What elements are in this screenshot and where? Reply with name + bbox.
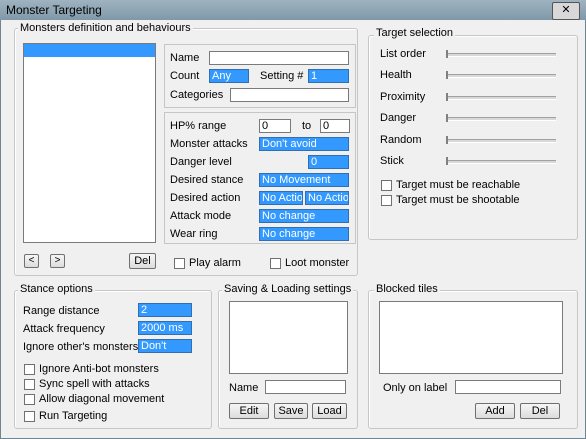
hp-from-input[interactable]: 0 [259, 119, 291, 133]
blocked-tiles-title: Blocked tiles [374, 283, 440, 295]
hp-range-label: HP% range [170, 120, 227, 132]
close-button[interactable]: ✕ [552, 2, 580, 20]
allow-diagonal-label: Allow diagonal movement [39, 393, 165, 405]
loot-monster-checkbox[interactable] [270, 258, 281, 269]
name-label: Name [170, 52, 200, 64]
stance-options-title: Stance options [18, 283, 95, 295]
slider-track[interactable] [446, 53, 556, 57]
count-select[interactable]: Any [209, 69, 249, 83]
settings-list[interactable] [229, 301, 348, 374]
next-button[interactable]: > [50, 254, 65, 268]
wear-ring-label: Wear ring [170, 228, 218, 240]
hp-to-input[interactable]: 0 [320, 119, 350, 133]
slider-thumb[interactable] [446, 136, 448, 144]
monster-attacks-label: Monster attacks [170, 138, 248, 150]
danger-level-label: Danger level [170, 156, 232, 168]
reachable-checkbox[interactable] [381, 180, 392, 191]
desired-stance-select[interactable]: No Movement [259, 173, 349, 187]
ignore-others-select[interactable]: Don't [138, 339, 192, 353]
desired-stance-label: Desired stance [170, 174, 244, 186]
slider-label: Danger [380, 112, 417, 124]
slider-track[interactable] [446, 117, 556, 121]
slider-thumb[interactable] [446, 93, 448, 101]
play-alarm-checkbox[interactable] [174, 258, 185, 269]
wear-ring-select[interactable]: No change [259, 227, 349, 241]
blocked-add-button[interactable]: Add [475, 403, 515, 419]
attack-frequency-label: Attack frequency [23, 323, 105, 335]
categories-label: Categories [170, 89, 224, 101]
monster-del-button[interactable]: Del [129, 253, 156, 269]
run-targeting-label: Run Targeting [39, 410, 108, 422]
run-targeting-checkbox[interactable] [24, 411, 35, 422]
shootable-label: Target must be shootable [396, 194, 520, 206]
monster-attacks-select[interactable]: Don't avoid [259, 137, 349, 151]
slider-track[interactable] [446, 139, 556, 143]
blocked-tiles-list[interactable] [379, 301, 563, 374]
prev-button[interactable]: < [24, 254, 39, 268]
ignore-antibot-checkbox[interactable] [24, 364, 35, 375]
only-on-label-input[interactable] [455, 380, 561, 394]
monsters-group-title: Monsters definition and behaviours [18, 22, 193, 34]
slider-track[interactable] [446, 96, 556, 100]
monster-list-item-selected[interactable] [24, 44, 155, 57]
slider-thumb[interactable] [446, 157, 448, 165]
slider-thumb[interactable] [446, 50, 448, 58]
shootable-checkbox[interactable] [381, 195, 392, 206]
loot-monster-label: Loot monster [285, 257, 350, 269]
sync-spell-checkbox[interactable] [24, 379, 35, 390]
slider-label: Health [380, 69, 412, 81]
desired-action-select-1[interactable]: No Action [259, 191, 303, 205]
slider-label: Stick [380, 155, 404, 167]
save-button[interactable]: Save [274, 403, 308, 419]
slider-label: List order [380, 48, 426, 60]
play-alarm-label: Play alarm [189, 257, 241, 269]
monster-name-input[interactable] [209, 51, 349, 65]
categories-input[interactable] [230, 88, 349, 102]
slider-track[interactable] [446, 74, 556, 78]
ignore-antibot-label: Ignore Anti-bot monsters [39, 363, 159, 375]
settings-name-input[interactable] [265, 380, 346, 394]
slider-label: Proximity [380, 91, 426, 103]
blocked-del-button[interactable]: Del [520, 403, 560, 419]
settings-name-label: Name [229, 382, 259, 394]
count-label: Count [170, 70, 200, 82]
reachable-label: Target must be reachable [396, 179, 521, 191]
slider-thumb[interactable] [446, 114, 448, 122]
only-on-label-label: Only on label [383, 382, 448, 394]
slider-track[interactable] [446, 160, 556, 164]
slider-thumb[interactable] [446, 71, 448, 79]
desired-action-select-2[interactable]: No Action [305, 191, 349, 205]
allow-diagonal-checkbox[interactable] [24, 394, 35, 405]
range-distance-label: Range distance [23, 305, 100, 317]
attack-mode-select[interactable]: No change [259, 209, 349, 223]
attack-frequency-input[interactable]: 2000 ms [138, 321, 192, 335]
setting-label: Setting # [260, 70, 304, 82]
setting-select[interactable]: 1 [308, 69, 349, 83]
sync-spell-label: Sync spell with attacks [39, 378, 150, 390]
ignore-others-label: Ignore other's monsters [23, 341, 139, 353]
saving-loading-title: Saving & Loading settings [222, 283, 354, 295]
target-selection-title: Target selection [374, 27, 456, 39]
attack-mode-label: Attack mode [170, 210, 232, 222]
load-button[interactable]: Load [312, 403, 347, 419]
range-distance-input[interactable]: 2 [138, 303, 192, 317]
monster-list[interactable] [23, 43, 156, 243]
window-title: Monster Targeting [6, 3, 102, 17]
hp-to-label: to [302, 120, 312, 132]
slider-label: Random [380, 134, 422, 146]
danger-level-input[interactable]: 0 [308, 155, 349, 169]
desired-action-label: Desired action [170, 192, 241, 204]
edit-button[interactable]: Edit [229, 403, 269, 419]
